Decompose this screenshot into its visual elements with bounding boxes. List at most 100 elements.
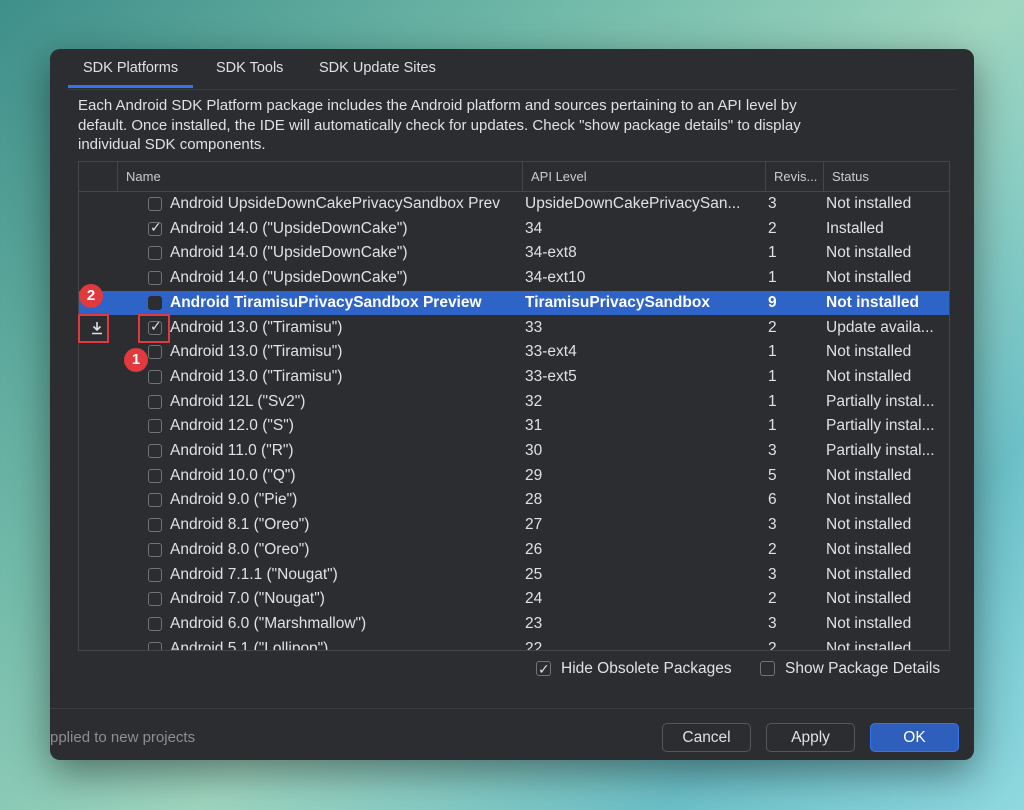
table-row[interactable]: Android 9.0 ("Pie") 28 6 Not installed [79,488,949,513]
table-row[interactable]: Android UpsideDownCakePrivacySandbox Pre… [79,192,949,217]
row-name: Android 10.0 ("Q") [170,466,296,484]
checkbox-highlight [138,314,170,343]
row-name: Android 11.0 ("R") [170,442,294,459]
row-status: Not installed [826,639,912,650]
row-api-level: UpsideDownCakePrivacySan... [525,195,741,212]
row-name: Android 12.0 ("S") [170,417,294,435]
table-row[interactable]: Android 14.0 ("UpsideDownCake") 34 2 Instal… [79,217,949,242]
footer-status-text: pplied to new projects [50,729,196,746]
row-status: Not installed [826,195,912,212]
row-status: Not installed [826,466,912,484]
row-api-level: 30 [525,442,543,459]
row-revision: 2 [768,639,777,650]
row-checkbox[interactable] [148,468,162,483]
row-checkbox[interactable] [148,295,162,310]
row-checkbox[interactable] [148,493,162,508]
row-revision: 1 [768,367,777,385]
tab-sdk-tools[interactable]: SDK Tools [201,49,298,87]
row-revision: 9 [768,293,777,311]
row-checkbox[interactable] [148,197,162,211]
hide-obsolete-label: Hide Obsolete Packages [561,660,732,677]
table-row[interactable]: Android 11.0 ("R") 30 3 Partially instal... [79,439,949,464]
row-api-level: 25 [525,565,543,583]
column-header-api-level[interactable]: API Level [522,162,765,191]
row-checkbox[interactable] [148,592,162,607]
row-name: Android 12L ("Sv2") [170,392,306,410]
row-api-level: 34-ext8 [525,244,577,262]
sdk-platforms-table: Name API Level Revis... Status Android U… [78,161,950,651]
row-revision: 1 [768,269,777,287]
row-api-level: 28 [525,491,543,509]
row-status: Not installed [826,565,912,583]
row-name: Android TiramisuPrivacySandbox Preview [170,293,482,311]
table-row[interactable]: Android 13.0 ("Tiramisu") 33-ext4 1 Not ins… [79,340,949,365]
row-name: Android 13.0 ("Tiramisu") [170,367,343,385]
column-header-status[interactable]: Status [823,162,949,191]
table-row[interactable]: Android 8.1 ("Oreo") 27 3 Not installed [79,513,949,538]
row-checkbox[interactable] [148,616,162,631]
row-checkbox[interactable] [148,567,162,582]
annotation-badge-2: 2 [79,284,103,308]
row-api-level: 33 [525,318,543,336]
row-revision: 6 [768,491,777,509]
show-details-label: Show Package Details [785,660,941,677]
row-checkbox[interactable] [148,219,162,236]
row-status: Not installed [826,269,912,287]
table-row[interactable]: Android 6.0 ("Marshmallow") 23 3 Not instal… [79,612,949,637]
row-status: Update availa... [826,318,934,336]
table-row[interactable]: Android 12.0 ("S") 31 1 Partially instal... [79,414,949,439]
row-name: Android 8.0 ("Oreo") [170,540,310,558]
row-checkbox[interactable] [148,542,162,557]
row-checkbox[interactable] [148,444,162,458]
table-row[interactable]: Android 7.1.1 ("Nougat") 25 3 Not installed [79,563,949,588]
apply-button[interactable]: Apply [766,723,855,752]
tab-sdk-platforms[interactable]: SDK Platforms [68,49,194,88]
row-revision: 1 [768,417,777,435]
row-checkbox[interactable] [148,369,162,384]
description-text: Each Android SDK Platform package includ… [78,97,801,153]
row-name: Android 13.0 ("Tiramisu") [170,343,343,361]
hide-obsolete-checkbox[interactable] [536,659,551,679]
row-api-level: 31 [525,417,543,435]
row-status: Not installed [826,614,912,632]
row-name: Android 9.0 ("Pie") [170,491,298,509]
row-api-level: 33-ext4 [525,343,577,361]
row-revision: 2 [768,590,777,608]
row-name: Android 7.0 ("Nougat") [170,590,325,608]
table-row[interactable]: Android 14.0 ("UpsideDownCake") 34-ext8 1 N… [79,241,949,266]
row-status: Installed [826,219,884,237]
table-row[interactable]: Android 13.0 ("Tiramisu") 33 2 Update avail… [79,316,949,341]
tab-sdk-update-sites[interactable]: SDK Update Sites [304,49,451,87]
row-checkbox[interactable] [148,518,162,533]
column-header-name[interactable]: Name [117,162,522,191]
row-name: Android 5.1 ("Lollipop") [170,639,329,650]
row-status: Not installed [826,491,912,509]
table-row[interactable]: Android 5.1 ("Lollipop") 22 2 Not installed [79,637,949,650]
table-row[interactable]: Android 10.0 ("Q") 29 5 Not installed [79,464,949,489]
row-status: Partially instal... [826,417,935,435]
row-checkbox[interactable] [148,641,162,650]
row-checkbox[interactable] [148,394,162,409]
row-checkbox[interactable] [148,271,162,286]
download-icon-highlight [78,314,109,343]
show-details-checkbox[interactable] [760,661,775,676]
row-checkbox[interactable] [148,345,162,360]
row-revision: 5 [768,466,777,484]
table-row[interactable]: Android 13.0 ("Tiramisu") 33-ext5 1 Not ins… [79,365,949,390]
row-status: Partially instal... [826,392,935,410]
row-status: Not installed [826,244,912,262]
row-api-level: 27 [525,516,543,534]
cancel-button[interactable]: Cancel [662,723,751,752]
table-row[interactable]: Android 14.0 ("UpsideDownCake") 34-ext10 1… [79,266,949,291]
table-row[interactable]: Android 7.0 ("Nougat") 24 2 Not installed [79,587,949,612]
table-row[interactable]: Android 8.0 ("Oreo") 26 2 Not installed [79,538,949,563]
row-api-level: 24 [525,590,543,608]
table-row[interactable]: Android 12L ("Sv2") 32 1 Partially instal..… [79,390,949,415]
table-row[interactable]: Android TiramisuPrivacySandbox Preview Ti… [79,290,949,316]
row-api-level: 34-ext10 [525,269,586,287]
row-checkbox[interactable] [148,246,162,261]
column-header-revision[interactable]: Revis... [765,162,823,191]
row-checkbox[interactable] [148,419,162,434]
row-revision: 2 [768,318,777,336]
ok-button[interactable]: OK [870,723,959,752]
